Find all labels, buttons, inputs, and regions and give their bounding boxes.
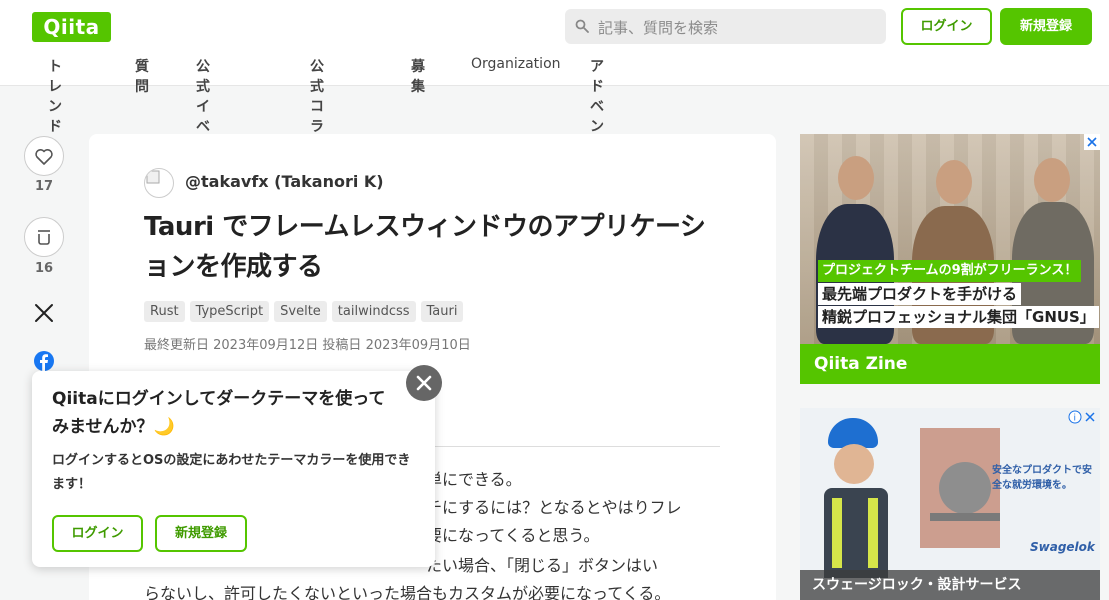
tag-rust[interactable]: Rust [144, 301, 185, 322]
x-icon[interactable] [34, 303, 54, 323]
stock-icon [38, 230, 50, 245]
body-text-line: 単にできる。 [426, 470, 522, 489]
qiita-zine-label: Qiita Zine [800, 344, 1100, 384]
tag-list: Rust TypeScript Svelte tailwindcss Tauri [144, 301, 464, 322]
author-name[interactable]: @takavfx (Takanori K) [185, 172, 384, 191]
dark-theme-popup: Qiitaにログインしてダークテーマを使ってみませんか？🌙 ログインするとOSの… [32, 371, 435, 567]
close-icon [416, 375, 432, 391]
ad-copy: 安全なプロダクトで安全な就労環境を。 [992, 465, 1092, 491]
search-placeholder: 記事、質問を検索 [598, 19, 719, 37]
search-icon [575, 19, 589, 33]
facebook-icon[interactable] [34, 351, 54, 371]
author-avatar[interactable] [144, 168, 174, 198]
nav-item-trend[interactable]: トレンド [48, 56, 62, 136]
ad-copy-line: 精鋭プロフェッショナル集団「GNUS」 [818, 306, 1099, 328]
signup-button[interactable]: 新規登録 [1000, 8, 1092, 45]
ad-worker [820, 418, 890, 578]
site-header: Qiita 記事、質問を検索 ログイン 新規登録 トレンド 質問 公式イベント … [0, 0, 1109, 255]
search-input[interactable]: 記事、質問を検索 [565, 9, 886, 44]
popup-login-button[interactable]: ログイン [52, 515, 143, 552]
tag-tailwindcss[interactable]: tailwindcss [331, 301, 416, 322]
qiita-logo[interactable]: Qiita [32, 12, 111, 42]
ad-footer: スウェージロック・設計サービス [800, 570, 1100, 600]
stock-button[interactable] [24, 217, 64, 257]
ad-copy: プロジェクトチームの9割がフリーランス！ 最先端プロダクトを手がける 精鋭プロフ… [818, 260, 1099, 328]
ad-choices-icon[interactable] [1084, 134, 1100, 150]
ad-copy-line: 最先端プロダクトを手がける [818, 283, 1022, 305]
ad-choices-icon[interactable]: i [1068, 410, 1098, 424]
nav-item-recruit[interactable]: 募集 [411, 56, 425, 96]
stock-count: 16 [34, 261, 54, 276]
popup-signup-button[interactable]: 新規登録 [155, 515, 247, 552]
body-text-line: たい場合、「閉じる」ボタンはい [426, 556, 659, 575]
tag-typescript[interactable]: TypeScript [189, 301, 270, 322]
body-text-line: 要になってくると思う。 [426, 526, 600, 545]
nav-item-organization[interactable]: Organization [471, 56, 561, 72]
nav-item-questions[interactable]: 質問 [135, 56, 149, 96]
popup-title: Qiitaにログインしてダークテーマを使ってみませんか？🌙 [52, 389, 386, 437]
popup-body: ログインするとOSの設定にあわせたテーマカラーを使用できます！ [52, 453, 411, 492]
like-button[interactable] [24, 136, 64, 176]
login-button[interactable]: ログイン [901, 8, 992, 45]
tag-tauri[interactable]: Tauri [420, 301, 464, 322]
like-count: 17 [34, 179, 54, 194]
ad-copy-line: プロジェクトチームの9割がフリーランス！ [818, 260, 1082, 282]
body-text-line: チにするには？となるとやはりフレ [426, 498, 682, 517]
article-title: Tauri でフレームレスウィンドウのアプリケーションを作成する [144, 212, 706, 282]
svg-text:i: i [1074, 414, 1077, 424]
heart-icon [35, 149, 53, 165]
popup-close-button[interactable] [406, 365, 442, 401]
tag-svelte[interactable]: Svelte [274, 301, 327, 322]
swagelok-logo: Swagelok [1030, 540, 1095, 554]
body-text-line: らないし、許可したくないといった場合もカスタムが必要になってくる。 [144, 584, 671, 600]
ad-banner-qiita-zine[interactable]: プロジェクトチームの9割がフリーランス！ 最先端プロダクトを手がける 精鋭プロフ… [800, 134, 1100, 384]
article-dates: 最終更新日 2023年09月12日 投稿日 2023年09月10日 [144, 338, 471, 353]
ad-banner-swagelok[interactable]: 安全なプロダクトで安全な就労環境を。 Swagelok スウェージロック・設計サ… [800, 408, 1100, 600]
